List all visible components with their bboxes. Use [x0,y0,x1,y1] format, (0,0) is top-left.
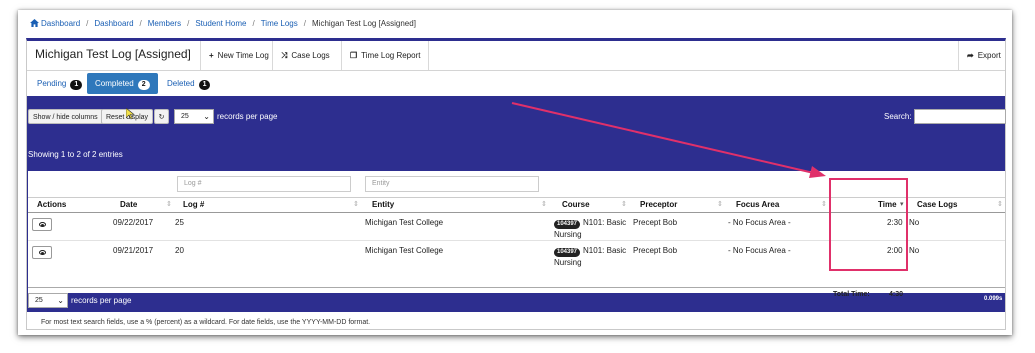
mouse-cursor-icon [126,108,135,120]
annotation-arrow [511,102,826,178]
